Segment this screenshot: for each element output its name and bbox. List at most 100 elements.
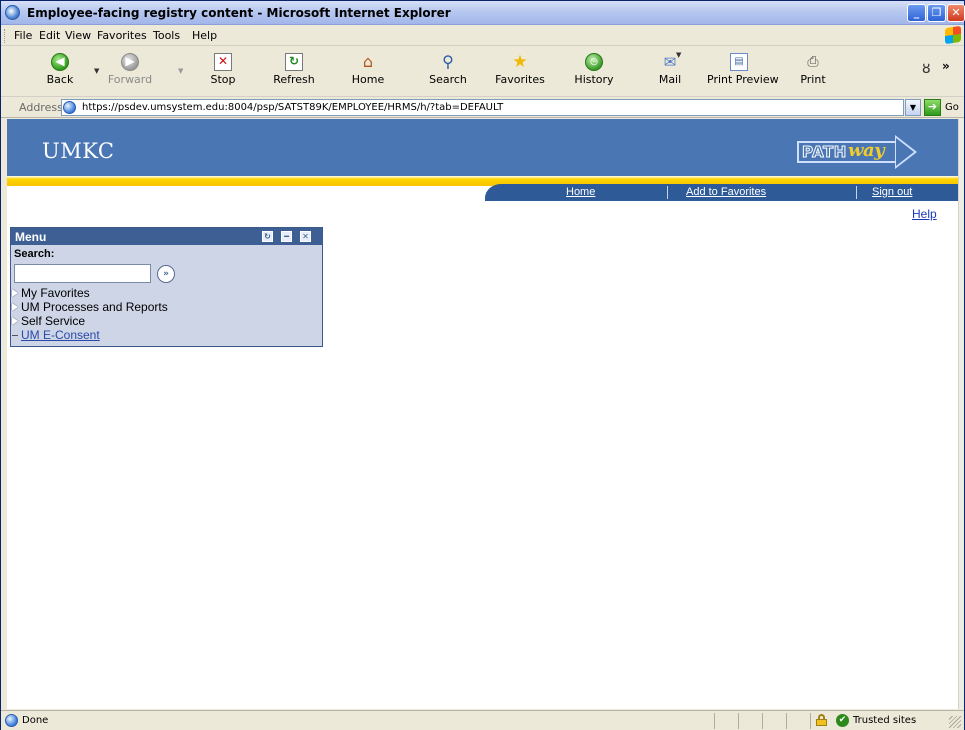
- status-cell-divider: [762, 713, 763, 729]
- star-icon: ★: [512, 52, 528, 72]
- printer-icon: ⎙: [807, 54, 819, 70]
- pathway-logo-way: way: [848, 140, 885, 161]
- menu-folder-um-processes-and-reports[interactable]: UM Processes and Reports: [12, 300, 322, 314]
- trusted-zone-check-icon: ✔: [836, 714, 849, 727]
- search-icon: ⚲: [442, 52, 454, 71]
- menubar-grip: [4, 29, 7, 43]
- nav-add-to-favorites-link[interactable]: Add to Favorites: [686, 186, 766, 198]
- pathway-logo: PATH way: [797, 135, 922, 169]
- title-bar: Employee-facing registry content - Micro…: [1, 1, 965, 25]
- pagelet-minimize-icon[interactable]: ━: [281, 231, 292, 242]
- page-icon: [63, 101, 76, 114]
- status-cell-divider: [738, 713, 739, 729]
- search-go-icon[interactable]: »: [157, 265, 175, 283]
- umkc-logo: UMKC: [42, 139, 115, 163]
- pathway-logo-path: PATH: [802, 143, 847, 162]
- back-arrow-icon: ◀: [51, 53, 69, 71]
- stop-label: Stop: [210, 73, 236, 86]
- stop-button[interactable]: ✕ Stop: [205, 51, 241, 93]
- refresh-button[interactable]: ↻ Refresh: [270, 51, 318, 93]
- resize-grip-icon[interactable]: [949, 716, 961, 728]
- go-button[interactable]: Go: [945, 102, 959, 113]
- status-cell-divider: [810, 713, 811, 729]
- go-arrow-icon[interactable]: ➔: [924, 99, 941, 116]
- print-label: Print: [800, 73, 826, 86]
- maximize-button[interactable]: ❐: [927, 4, 946, 22]
- standard-toolbar: ◀ Back ▼ ▶ Forward ▼ ✕ Stop ↻ Refresh ⌂ …: [1, 47, 964, 97]
- pathway-arrow-head-inner: [896, 138, 914, 166]
- minimize-button[interactable]: _: [907, 4, 926, 22]
- browser-window: Employee-facing registry content - Micro…: [0, 0, 965, 730]
- nav-sign-out-link[interactable]: Sign out: [872, 186, 912, 198]
- status-cell-divider: [786, 713, 787, 729]
- menu-bar: File Edit View Favorites Tools Help: [1, 25, 964, 46]
- internet-explorer-icon: [5, 5, 20, 20]
- menu-pagelet-title: Menu: [15, 230, 47, 244]
- print-preview-icon: ▤: [730, 53, 748, 71]
- menu-link-um-e-consent[interactable]: UM E-Consent: [12, 328, 322, 342]
- help-link[interactable]: Help: [912, 207, 937, 221]
- folder-expand-icon[interactable]: [12, 317, 18, 325]
- back-button[interactable]: ◀ Back: [41, 51, 79, 93]
- home-icon: ⌂: [362, 52, 374, 71]
- print-preview-button[interactable]: ▤ Print Preview: [707, 51, 779, 93]
- forward-label: Forward: [107, 73, 153, 86]
- home-label: Home: [351, 73, 385, 86]
- menu-help[interactable]: Help: [192, 29, 217, 42]
- menu-view[interactable]: View: [65, 29, 91, 42]
- nav-separator: [667, 186, 668, 199]
- pagelet-remove-icon[interactable]: ✕: [300, 231, 311, 242]
- menu-tools[interactable]: Tools: [153, 29, 180, 42]
- portal-nav-bar: Home Add to Favorites Sign out: [485, 184, 958, 201]
- print-preview-label: Print Preview: [707, 73, 779, 86]
- menu-link-label[interactable]: UM E-Consent: [21, 328, 100, 342]
- window-title: Employee-facing registry content - Micro…: [27, 6, 451, 20]
- refresh-label: Refresh: [273, 73, 315, 86]
- history-icon: ◷: [585, 53, 603, 71]
- back-label: Back: [46, 73, 74, 86]
- nav-home-link[interactable]: Home: [566, 186, 595, 198]
- menu-search-label: Search:: [14, 248, 55, 260]
- forward-button[interactable]: ▶ Forward: [107, 51, 153, 93]
- menu-pagelet: Menu ↻ ━ ✕ Search: » My Favorites UM Pro…: [10, 227, 323, 347]
- menu-favorites[interactable]: Favorites: [97, 29, 147, 42]
- menu-folder-label: Self Service: [21, 314, 86, 328]
- print-button[interactable]: ⎙ Print: [798, 51, 828, 93]
- favorites-button[interactable]: ★ Favorites: [494, 51, 546, 93]
- search-button[interactable]: ⚲ Search: [426, 51, 470, 93]
- menu-folder-my-favorites[interactable]: My Favorites: [12, 286, 322, 300]
- status-bar: Done ✔ Trusted sites: [1, 710, 964, 730]
- menu-file[interactable]: File: [14, 29, 32, 42]
- page-done-icon: [5, 714, 18, 727]
- toolbar-more-button[interactable]: »: [942, 59, 950, 73]
- vertical-scrollbar[interactable]: [958, 119, 964, 709]
- folder-expand-icon[interactable]: [12, 289, 18, 297]
- security-zone-label[interactable]: Trusted sites: [853, 715, 916, 726]
- close-button[interactable]: ✕: [947, 4, 965, 22]
- address-label: Address: [19, 101, 63, 114]
- back-dropdown-icon[interactable]: ▼: [94, 67, 99, 75]
- address-input[interactable]: https://psdev.umsystem.edu:8004/psp/SATS…: [61, 99, 904, 116]
- menu-edit[interactable]: Edit: [39, 29, 60, 42]
- forward-arrow-icon: ▶: [121, 53, 139, 71]
- status-cell-divider: [714, 713, 715, 729]
- toolbar-extension-icon[interactable]: ȣ: [922, 61, 931, 77]
- folder-expand-icon[interactable]: [12, 303, 18, 311]
- padlock-icon[interactable]: [816, 714, 827, 726]
- favorites-label: Favorites: [495, 73, 545, 86]
- mail-label: Mail: [658, 73, 682, 86]
- menu-search-input[interactable]: [14, 264, 151, 283]
- tree-leaf-dash-icon: [12, 335, 18, 337]
- history-label: History: [574, 73, 614, 86]
- menu-folder-label: My Favorites: [21, 286, 90, 300]
- address-dropdown-icon[interactable]: ▼: [905, 99, 921, 116]
- history-button[interactable]: ◷ History: [571, 51, 617, 93]
- menu-folder-self-service[interactable]: Self Service: [12, 314, 322, 328]
- search-label: Search: [429, 73, 467, 86]
- page-content: UMKC PATH way Home Add to Favorites Sign…: [7, 119, 958, 709]
- refresh-icon: ↻: [285, 53, 303, 71]
- mail-dropdown-icon[interactable]: ▼: [676, 51, 681, 59]
- pagelet-refresh-icon[interactable]: ↻: [262, 231, 273, 242]
- home-button[interactable]: ⌂ Home: [349, 51, 387, 93]
- forward-dropdown-icon[interactable]: ▼: [178, 67, 183, 75]
